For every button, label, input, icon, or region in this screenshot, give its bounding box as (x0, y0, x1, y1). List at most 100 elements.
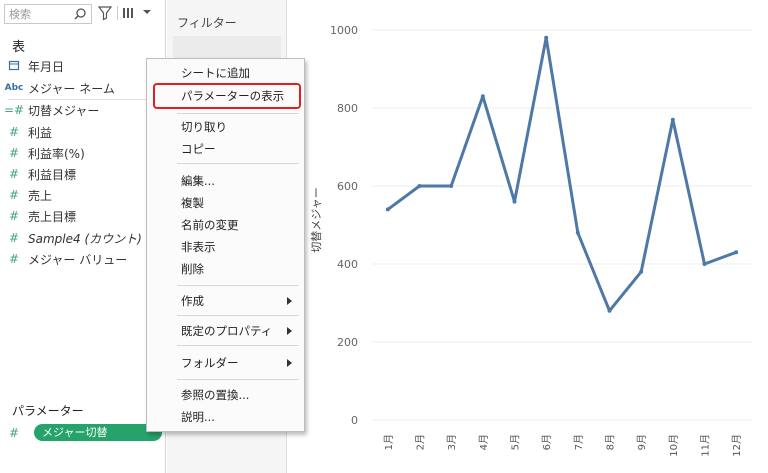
context-menu: シートに追加 パラメーターの表示 切り取り コピー 編集... 複製 名前の変更… (146, 58, 305, 432)
calculated-measure-icon: =# (3, 103, 25, 117)
y-tick-label: 200 (337, 336, 358, 349)
menu-divider (177, 113, 299, 114)
measure-icon: # (8, 125, 20, 139)
data-pane: 表 年月日 Abc メジャー ネーム =# 切替メジャー # 利益 # 利益率(… (0, 0, 166, 473)
menu-item-edit[interactable]: 編集... (147, 171, 304, 191)
menu-item-label: 既定のプロパティ (181, 324, 273, 338)
field-item-measure-names[interactable]: Abc メジャー ネーム (0, 78, 166, 98)
x-tick-label: 4月 (478, 434, 490, 450)
field-item-profit[interactable]: # 利益 (0, 122, 166, 142)
x-tick-label: 7月 (573, 434, 585, 450)
x-tick-label: 2月 (415, 434, 427, 450)
field-item-measure-values[interactable]: # メジャー バリュー (0, 249, 166, 269)
measure-icon: # (8, 146, 20, 160)
search-input[interactable] (5, 5, 69, 23)
x-tick-label: 11月 (700, 434, 712, 457)
submenu-arrow-icon (287, 297, 292, 305)
menu-divider (177, 379, 299, 380)
measure-icon: # (8, 231, 20, 245)
measure-icon: # (8, 188, 20, 202)
field-label: メジャー ネーム (28, 81, 115, 96)
data-point[interactable] (512, 199, 517, 204)
field-item-switch-measure[interactable]: =# 切替メジャー (0, 100, 166, 120)
x-tick-label: 5月 (510, 434, 522, 450)
field-label: 売上 (28, 188, 53, 203)
menu-item-describe[interactable]: 説明... (147, 407, 304, 427)
field-label: 売上目標 (28, 209, 77, 224)
menu-item-hide[interactable]: 非表示 (147, 237, 304, 257)
y-tick-label: 1000 (330, 24, 358, 37)
field-label: Sample4 (カウント) (28, 231, 142, 246)
toolbar-divider (117, 6, 118, 20)
data-point[interactable] (480, 94, 485, 99)
x-tick-label: 1月 (383, 434, 395, 450)
menu-item-add-to-sheet[interactable]: シートに追加 (147, 63, 304, 83)
view-list-icon[interactable] (122, 6, 136, 20)
data-point[interactable] (417, 184, 422, 188)
data-point[interactable] (670, 117, 675, 122)
y-tick-label: 0 (351, 414, 358, 427)
menu-divider (177, 345, 299, 346)
parameters-section-title: パラメーター (12, 404, 84, 418)
menu-item-copy[interactable]: コピー (147, 139, 304, 159)
menu-item-default-properties[interactable]: 既定のプロパティ (147, 321, 304, 341)
field-item-date[interactable]: 年月日 (0, 56, 166, 76)
line-chart: 0 200 400 600 800 1000 1月 2月 3月 4月 5月 6月 7月 8月 9月 10月 1… (309, 24, 752, 457)
data-point[interactable] (385, 207, 390, 212)
menu-item-duplicate[interactable]: 複製 (147, 193, 304, 213)
parameter-pill[interactable]: メジャー切替 (34, 424, 162, 441)
measure-icon: # (8, 167, 20, 181)
measure-icon: # (8, 426, 20, 440)
menu-divider (177, 285, 299, 286)
tables-section-title: 表 (12, 40, 26, 55)
field-item-sales-target[interactable]: # 売上目標 (0, 206, 166, 226)
filters-shelf-title: フィルター (177, 16, 237, 30)
menu-item-label: 作成 (181, 294, 204, 308)
submenu-arrow-icon (287, 327, 292, 335)
series-line[interactable] (386, 36, 737, 313)
menu-item-replace-references[interactable]: 参照の置換... (147, 385, 304, 405)
abc-icon: Abc (4, 83, 24, 93)
x-tick-label: 8月 (605, 434, 617, 450)
menu-item-label: フォルダー (181, 356, 239, 370)
field-item-sales[interactable]: # 売上 (0, 185, 166, 205)
menu-item-folder[interactable]: フォルダー (147, 353, 304, 373)
data-point[interactable] (575, 230, 580, 235)
menu-item-create[interactable]: 作成 (147, 291, 304, 311)
x-tick-label: 10月 (668, 434, 680, 457)
data-point[interactable] (734, 250, 739, 255)
field-item-profit-target[interactable]: # 利益目標 (0, 164, 166, 184)
data-point[interactable] (639, 269, 644, 274)
calendar-icon (0, 59, 28, 74)
menu-divider (177, 315, 299, 316)
data-point[interactable] (607, 308, 612, 313)
filter-icon[interactable] (97, 5, 113, 21)
menu-item-delete[interactable]: 削除 (147, 259, 304, 279)
field-label: 利益 (28, 125, 53, 140)
chevron-down-icon[interactable] (142, 8, 152, 16)
field-item-sample-count[interactable]: # Sample4 (カウント) (0, 228, 166, 248)
menu-divider (177, 163, 299, 164)
measure-icon: # (8, 209, 20, 223)
y-axis-label: 切替メジャー (309, 187, 323, 252)
y-tick-label: 400 (337, 258, 358, 271)
field-label: 年月日 (28, 59, 65, 74)
chart-area: 0 200 400 600 800 1000 1月 2月 3月 4月 5月 6月 7月 8月 9月 10月 1… (292, 0, 768, 473)
search-icon[interactable] (73, 7, 87, 21)
x-tick-label: 9月 (636, 434, 648, 450)
field-label: 利益率(%) (28, 146, 85, 161)
menu-item-cut[interactable]: 切り取り (147, 117, 304, 137)
menu-item-show-parameter[interactable]: パラメーターの表示 (147, 86, 304, 106)
search-box[interactable] (4, 4, 92, 24)
data-point[interactable] (544, 35, 549, 40)
x-tick-label: 6月 (541, 434, 553, 450)
field-label: メジャー バリュー (28, 252, 128, 267)
menu-item-rename[interactable]: 名前の変更 (147, 215, 304, 235)
data-point[interactable] (702, 262, 707, 266)
y-tick-label: 600 (337, 180, 358, 193)
measure-icon: # (8, 252, 20, 266)
x-tick-label: 3月 (446, 434, 458, 450)
y-tick-label: 800 (337, 102, 358, 115)
field-item-profit-rate[interactable]: # 利益率(%) (0, 143, 166, 163)
data-point[interactable] (449, 184, 454, 188)
